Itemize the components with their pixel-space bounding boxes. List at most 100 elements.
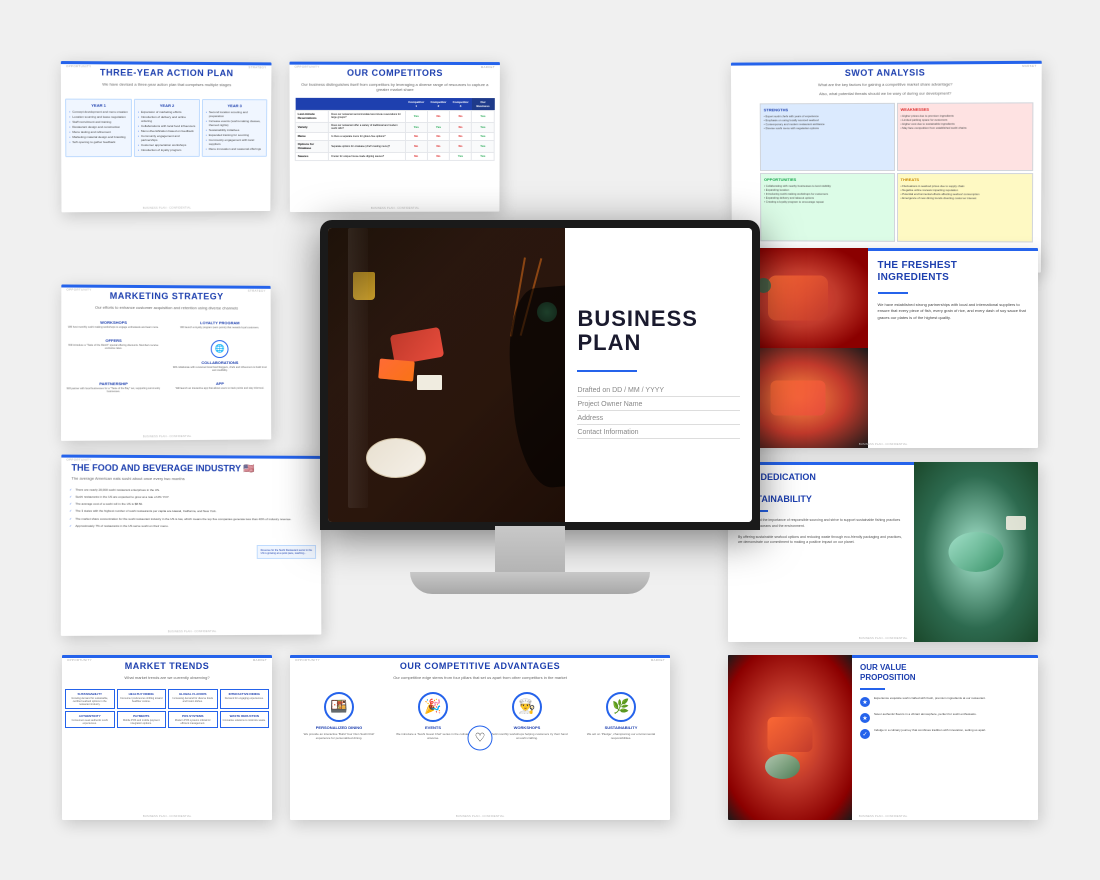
comp-th-c2: Competitor 2 — [427, 98, 449, 111]
mktg-subtitle: Our efforts to enhance customer acquisit… — [61, 304, 270, 314]
trends-tag-left: OPPORTUNITY — [67, 658, 92, 662]
year1-item6: Marketing material design and branding — [69, 135, 128, 139]
vp-item2: ★ Savor authentic flavors in a vibrant a… — [860, 712, 1030, 723]
vp-icon-1: ★ — [860, 697, 870, 707]
ca-personalized-icon: 🍱 — [324, 692, 354, 722]
ca-events-text: We introduce a 'Sushi Guest Chef' series… — [392, 732, 474, 740]
swot-tag: MARKET — [1022, 64, 1037, 68]
year2-item3: Collaborations with local food influence… — [138, 124, 196, 128]
monitor-stand-base — [410, 572, 650, 594]
year1-item3: Staff recruitment and training — [69, 120, 128, 124]
freshest-text: We have established strong partnerships … — [878, 302, 1029, 321]
comp-row5-desc: Known for unique house-made dipping sauc… — [329, 152, 405, 160]
swot-o-items: • Collaborating with nearby businesses t… — [764, 184, 891, 204]
ca-events-icon: 🎉 — [418, 692, 448, 722]
comp-row4-desc: Separate options for omakase (chef's tas… — [329, 140, 405, 152]
action-plan-footer: BUSINESS PLAN - CONFIDENTIAL — [61, 205, 270, 210]
vp-icon-3: ✓ — [860, 729, 870, 739]
mktg-app-text: Will launch an interactive app that allo… — [172, 386, 269, 389]
year2-item4: Menu diversification based on feedback — [138, 129, 196, 133]
trend-interactive: INTERACTIVE DINING Demand for engaging e… — [220, 689, 270, 709]
trend-s-text: Growing demand for sustainable, certifie… — [68, 697, 112, 706]
trend-s-title: SUSTAINABILITY — [68, 692, 112, 696]
trend-waste: WASTE REDUCTION Innovative solutions to … — [220, 711, 270, 728]
comp-row3-feature: Menu — [295, 132, 329, 140]
comp-row4-us: Yes — [472, 140, 495, 152]
bp-title: BUSINESS PLAN — [577, 307, 740, 355]
swot-opportunities: OPPORTUNITIES • Collaborating with nearb… — [760, 173, 895, 241]
comp-th-c1: Competitor 1 — [405, 98, 427, 111]
comp-th-c3: Competitor 3 — [450, 98, 472, 111]
fb-footer: BUSINESS PLAN - CONFIDENTIAL — [61, 629, 322, 634]
ca-workshops-title: WORKSHOPS — [486, 725, 568, 730]
rice-img — [1006, 516, 1026, 530]
fb-tag: OPPORTUNITY — [66, 458, 91, 462]
trend-h-text: Consumer preferences shifting toward hea… — [120, 697, 164, 703]
mktg-partnership-text: Will partner with local businesses for a… — [64, 387, 162, 393]
slide-competitors: OPPORTUNITY MARKET OUR COMPETITORS Our b… — [289, 62, 499, 212]
fb-header-area: THE FOOD AND BEVERAGE INDUSTRY 🇺🇸 The av… — [61, 455, 320, 484]
year1-item5: Menu tasting and refinement — [69, 130, 128, 134]
monitor-screen: BUSINESS PLAN Drafted on DD / MM / YYYY … — [320, 220, 760, 530]
vp-footer: BUSINESS PLAN - CONFIDENTIAL — [728, 814, 1038, 818]
comp-row4-feature: Options for Omakase — [295, 140, 329, 152]
year1-item2: Location sourcing and lease negotiation — [69, 114, 128, 118]
vp-icon-2: ★ — [860, 713, 870, 723]
comp-row3-us: Yes — [472, 132, 495, 140]
comp-row2-us: Yes — [472, 122, 495, 132]
swot-s-items: • Expert sushi chefs with years of exper… — [764, 114, 891, 130]
trend-h-title: HEALTHY DINING — [120, 692, 164, 696]
slide-competitive-adv: OPPORTUNITY MARKET OUR COMPETITIVE ADVAN… — [290, 655, 670, 820]
comp-row3-c2: No — [427, 132, 449, 140]
rice-block — [417, 375, 442, 390]
fb-title: THE FOOD AND BEVERAGE INDUSTRY 🇺🇸 — [71, 463, 310, 475]
ca-workshops-icon: 👨‍🍳 — [512, 692, 542, 722]
year3-item5: Community engagement with local supplier… — [206, 138, 263, 146]
ca-workshops-text: We hold monthly workshops helping custom… — [486, 732, 568, 740]
action-plan-subtitle: We have devised a three-year action plan… — [61, 81, 271, 91]
year2-col: YEAR 2 Expansion of marketing efforts In… — [134, 99, 200, 157]
comp-row2-desc: Does our restaurant offer a variety of t… — [329, 122, 405, 132]
business-plan-slide: BUSINESS PLAN Drafted on DD / MM / YYYY … — [328, 228, 752, 522]
swot-o-title: OPPORTUNITIES — [764, 177, 891, 182]
year2-item2: Introduction of delivery and online orde… — [138, 115, 196, 123]
year3-item3: Sustainability initiatives — [206, 128, 263, 132]
mktg-workshops: WORKSHOPS Will host monthly sushi making… — [61, 316, 165, 331]
fb-stat6: Approximately 7% of restaurants in the U… — [69, 524, 313, 528]
trends-grid: SUSTAINABILITY Growing demand for sustai… — [62, 686, 272, 731]
comp-row4-c3: No — [449, 140, 471, 152]
fb-stats: There are nearly 20,000 sushi restaurant… — [61, 482, 321, 536]
mktg-collab: 🌐 COLLABORATIONS Will collaborate with r… — [168, 335, 270, 375]
trend-payments: PAYMENTS Mobile POS and mobile payment i… — [117, 711, 167, 728]
year3-item4: Expanded training for sourcing — [206, 133, 263, 137]
bp-address: Address — [577, 415, 740, 425]
ca-sust-text: We act on 'Pledge', championing our envi… — [580, 732, 662, 740]
fb-flag: 🇺🇸 — [243, 463, 254, 473]
mktg-tag-right: STRATEGY — [248, 289, 266, 293]
mktg-app-title: APP — [172, 381, 269, 386]
ca-footer: BUSINESS PLAN - CONFIDENTIAL — [290, 814, 670, 818]
comp-th-us: Our Business — [472, 98, 495, 111]
ca-events: 🎉 EVENTS We introduce a 'Sushi Guest Che… — [388, 688, 478, 744]
ca-personalized-text: We provide an interactive 'Build Your Ow… — [298, 732, 380, 740]
comp-row2-c3: No — [449, 122, 471, 132]
ca-sust-icon: 🌿 — [606, 692, 636, 722]
fb-subtitle: The average American eats sushi about on… — [71, 475, 310, 481]
fb-stat4: The 3 states with the highest number of … — [69, 509, 313, 514]
comp-row1-us: Yes — [472, 110, 495, 122]
comp-row5-c3: Yes — [449, 152, 471, 160]
mktg-workshops-title: WORKSHOPS — [64, 319, 162, 324]
year2-item7: Introduction of loyalty program — [138, 148, 196, 152]
action-plan-years: YEAR 1 Concept development and menu crea… — [61, 94, 271, 161]
tag-strategy: STRATEGY — [248, 65, 266, 69]
ca-workshops: 👨‍🍳 WORKSHOPS We hold monthly workshops … — [482, 688, 572, 744]
fb-stat2: Sushi restaurants in the US are expected… — [69, 495, 313, 500]
trend-a-text: Consumers seek authentic sushi experienc… — [68, 719, 112, 725]
mktg-partnership: PARTNERSHIP Will partner with local busi… — [61, 378, 165, 396]
trend-i-title: INTERACTIVE DINING — [223, 692, 267, 696]
sushi-plate — [366, 438, 426, 478]
vp-inner: OUR VALUE PROPOSITION ★ Experience exqui… — [728, 655, 1038, 820]
swot-w-title: WEAKNESSES — [900, 106, 1029, 111]
vp-content: OUR VALUE PROPOSITION ★ Experience exqui… — [852, 655, 1038, 820]
ca-events-title: EVENTS — [392, 725, 474, 730]
